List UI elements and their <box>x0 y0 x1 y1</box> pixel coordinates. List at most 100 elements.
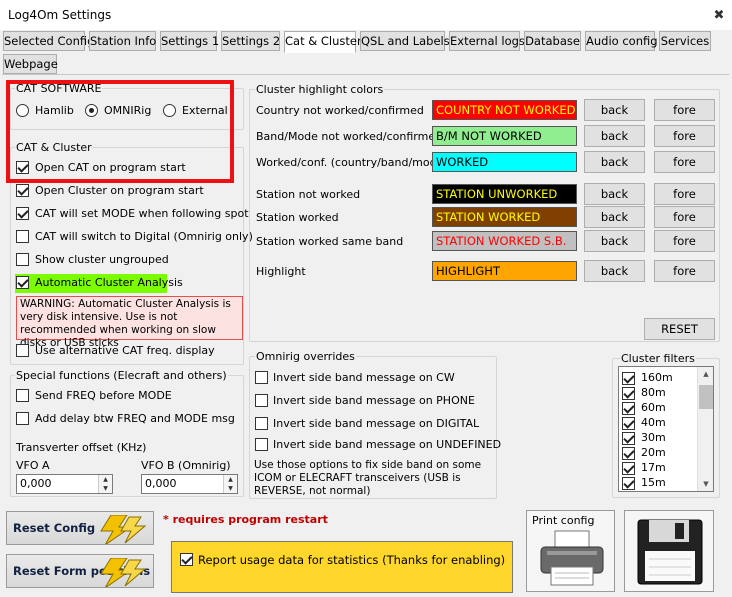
add-delay-label: Add delay btw FREQ and MODE msg <box>35 412 235 425</box>
tab-external-logs[interactable]: External logs <box>449 31 525 51</box>
open-cluster-checkbox[interactable] <box>16 184 29 197</box>
save-button[interactable] <box>624 510 714 592</box>
station-unworked-fore-button[interactable]: fore <box>654 183 715 205</box>
filter-checkbox[interactable] <box>622 371 635 385</box>
invert-undefined-checkbox[interactable] <box>255 438 268 451</box>
bandmode-back-button[interactable]: back <box>584 125 645 147</box>
alt-freq-checkbox[interactable] <box>16 344 29 357</box>
tab-settings-1[interactable]: Settings 1 <box>160 31 219 51</box>
vfo-b-spinner[interactable]: ▲ ▼ <box>223 475 237 493</box>
cat-set-mode-checkbox[interactable] <box>16 207 29 220</box>
filter-checkbox[interactable] <box>622 446 635 460</box>
report-usage-box: Report usage data for statistics (Thanks… <box>171 541 513 593</box>
row-same-band-label: Station worked same band <box>256 235 404 248</box>
country-back-button[interactable]: back <box>584 99 645 121</box>
station-worked-sample: STATION WORKED <box>432 207 577 227</box>
filter-15m[interactable]: 15m <box>622 476 666 490</box>
invert-cw-label: Invert side band message on CW <box>273 371 455 384</box>
spin-down-icon[interactable]: ▼ <box>224 484 237 493</box>
alt-freq-label: Use alternative CAT freq. display <box>35 344 215 357</box>
auto-cluster-label: Automatic Cluster Analysis <box>35 276 183 289</box>
filter-40m[interactable]: 40m <box>622 416 666 430</box>
country-fore-button[interactable]: fore <box>654 99 715 121</box>
tab-settings-2[interactable]: Settings 2 <box>221 31 280 51</box>
filter-label: 17m <box>641 461 666 474</box>
scroll-up-icon[interactable]: ▲ <box>698 367 714 381</box>
filter-80m[interactable]: 80m <box>622 386 666 400</box>
restart-note: * requires program restart <box>163 513 328 526</box>
tab-services[interactable]: Services <box>659 31 711 51</box>
reset-config-button[interactable]: Reset Config <box>6 511 154 545</box>
cat-digital-checkbox[interactable] <box>16 230 29 243</box>
invert-phone-checkbox[interactable] <box>255 394 268 407</box>
auto-cluster-checkbox[interactable] <box>16 276 29 289</box>
station-worked-fore-button[interactable]: fore <box>654 206 715 228</box>
reset-colors-button[interactable]: RESET <box>644 318 715 340</box>
add-delay-checkbox[interactable] <box>16 412 29 425</box>
filter-checkbox[interactable] <box>622 386 635 400</box>
scroll-thumb[interactable] <box>699 385 713 409</box>
filter-checkbox[interactable] <box>622 431 635 445</box>
worked-sample: WORKED <box>432 152 577 172</box>
filter-checkbox[interactable] <box>622 476 635 490</box>
tab-qsl-labels[interactable]: QSL and Labels <box>360 31 450 51</box>
spin-up-icon[interactable]: ▲ <box>99 475 112 484</box>
cat-digital-label: CAT will switch to Digital (Omnirig only… <box>35 230 253 243</box>
worked-back-button[interactable]: back <box>584 151 645 173</box>
tab-webpage[interactable]: Webpage <box>3 54 58 74</box>
row-station-unworked-label: Station not worked <box>256 188 361 201</box>
same-band-back-button[interactable]: back <box>584 230 645 252</box>
scroll-down-icon[interactable]: ▼ <box>698 477 714 491</box>
bandmode-fore-button[interactable]: fore <box>654 125 715 147</box>
same-band-sample: STATION WORKED S.B. <box>432 231 577 251</box>
filter-checkbox[interactable] <box>622 461 635 475</box>
highlight-fore-button[interactable]: fore <box>654 260 715 282</box>
vfo-a-input[interactable]: 0,000 ▲ ▼ <box>16 474 113 494</box>
highlight-sample: HIGHLIGHT <box>432 261 577 281</box>
highlight-back-button[interactable]: back <box>584 260 645 282</box>
country-sample: COUNTRY NOT WORKED <box>432 100 577 120</box>
station-unworked-back-button[interactable]: back <box>584 183 645 205</box>
close-icon[interactable]: ✖ <box>712 9 726 23</box>
red-annotation-outline <box>6 80 234 183</box>
filter-17m[interactable]: 17m <box>622 461 666 475</box>
invert-phone-label: Invert side band message on PHONE <box>273 394 475 407</box>
tab-audio-config[interactable]: Audio config <box>585 31 658 51</box>
station-worked-back-button[interactable]: back <box>584 206 645 228</box>
print-config-button[interactable]: Print config <box>526 510 615 592</box>
spin-up-icon[interactable]: ▲ <box>224 475 237 484</box>
filter-label: 40m <box>641 416 666 429</box>
tab-cat-cluster[interactable]: Cat & Cluster <box>284 31 362 53</box>
print-config-label: Print config <box>532 514 595 527</box>
omnirig-overrides-title: Omnirig overrides <box>255 350 356 363</box>
filter-30m[interactable]: 30m <box>622 431 666 445</box>
filter-160m[interactable]: 160m <box>622 371 673 385</box>
cluster-ungrouped-checkbox[interactable] <box>16 253 29 266</box>
vfo-b-label: VFO B (Omnirig) <box>141 459 231 472</box>
vfo-a-spinner[interactable]: ▲ ▼ <box>98 475 112 493</box>
station-unworked-sample: STATION UNWORKED <box>432 184 577 204</box>
tab-station-info[interactable]: Station Info <box>89 31 156 51</box>
cat-set-mode-label: CAT will set MODE when following spot <box>35 207 249 220</box>
invert-digital-label: Invert side band message on DIGITAL <box>273 417 480 430</box>
spin-down-icon[interactable]: ▼ <box>99 484 112 493</box>
worked-fore-button[interactable]: fore <box>654 151 715 173</box>
filter-60m[interactable]: 60m <box>622 401 666 415</box>
transverter-label: Transverter offset (KHz) <box>16 441 147 454</box>
same-band-fore-button[interactable]: fore <box>654 230 715 252</box>
filter-20m[interactable]: 20m <box>622 446 666 460</box>
tab-selected-config[interactable]: Selected Config <box>3 31 94 51</box>
invert-cw-checkbox[interactable] <box>255 371 268 384</box>
vfo-b-input[interactable]: 0,000 ▲ ▼ <box>141 474 238 494</box>
filters-scrollbar[interactable]: ▲ ▼ <box>697 367 713 491</box>
printer-icon <box>540 530 604 586</box>
filter-checkbox[interactable] <box>622 401 635 415</box>
reset-form-positions-button[interactable]: Reset Form positions <box>6 554 154 588</box>
tab-database[interactable]: Database <box>524 31 581 51</box>
send-freq-checkbox[interactable] <box>16 389 29 402</box>
filter-label: 20m <box>641 446 666 459</box>
filter-checkbox[interactable] <box>622 416 635 430</box>
invert-digital-checkbox[interactable] <box>255 417 268 430</box>
row-country-label: Country not worked/confirmed <box>256 104 424 117</box>
report-usage-checkbox[interactable] <box>180 553 193 566</box>
